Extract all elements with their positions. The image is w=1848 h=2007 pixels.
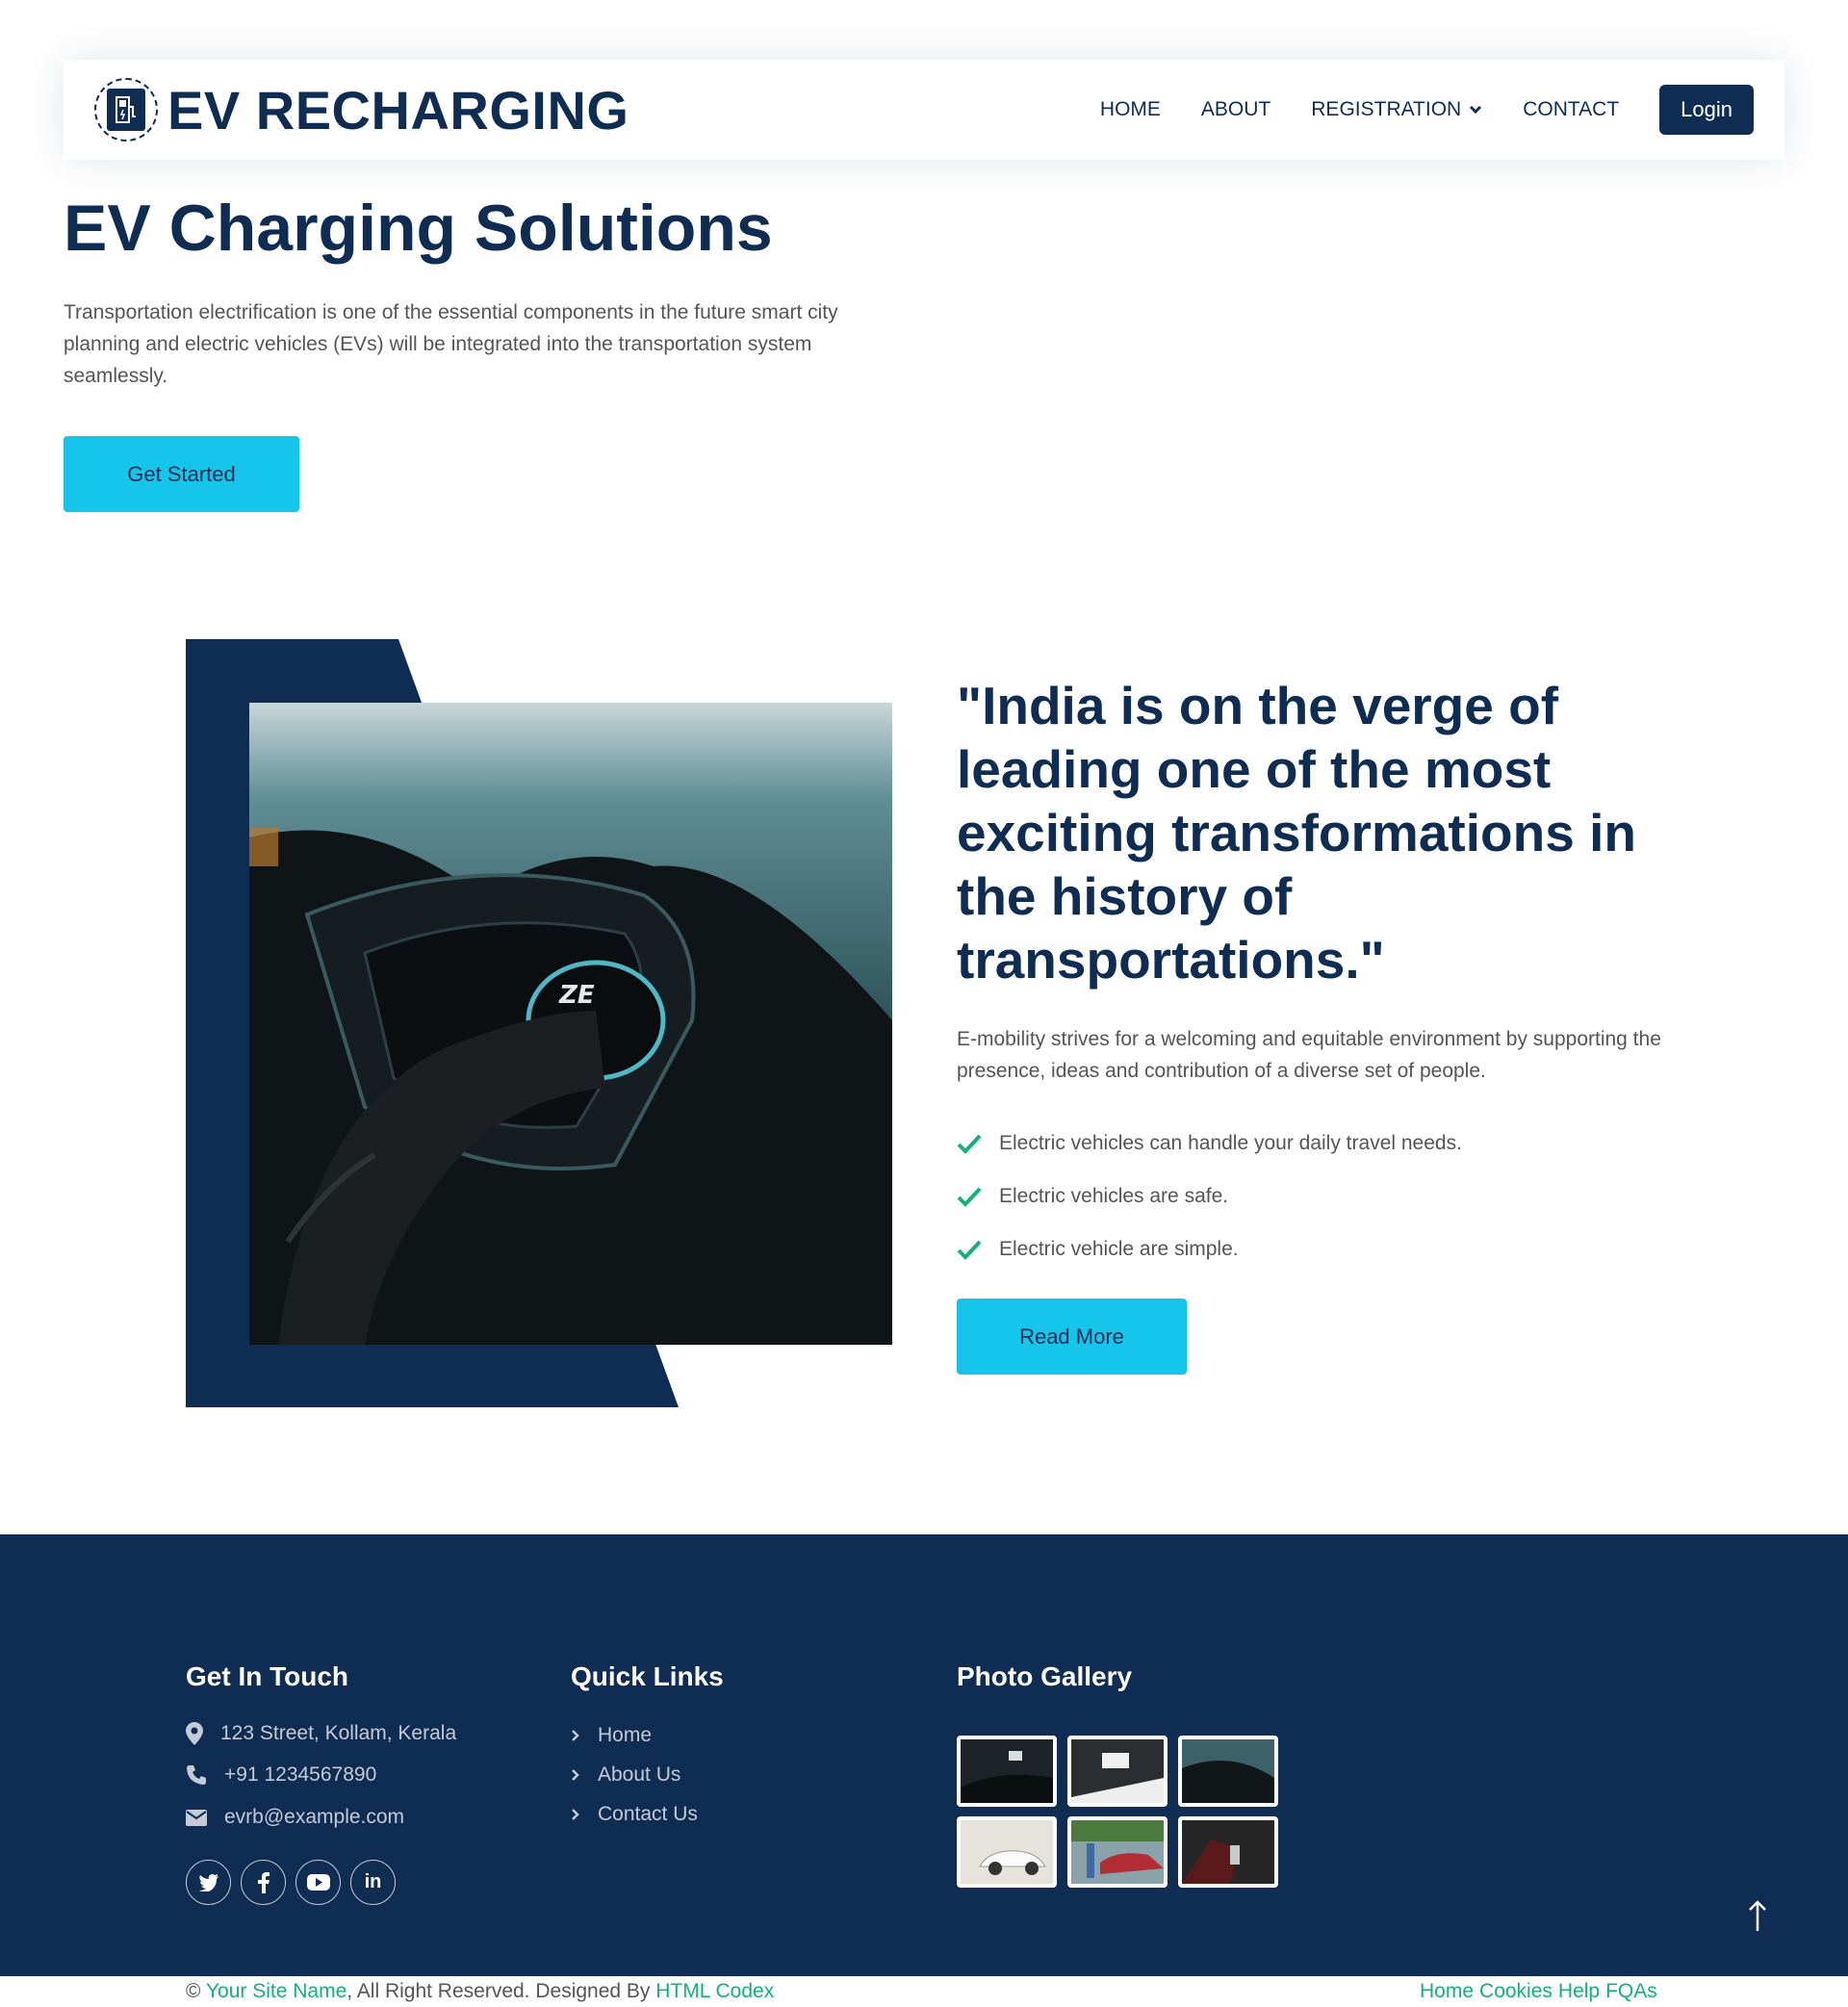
about-quote: "India is on the verge of leading one of…	[957, 676, 1636, 990]
list-item: Electric vehicles can handle your daily …	[957, 1117, 1462, 1170]
ev-charging-photo: ZE	[249, 703, 892, 1345]
navbar: EV RECHARGING HOME ABOUT REGISTRATION CO…	[64, 60, 1784, 160]
quick-link-home[interactable]: Home	[571, 1724, 652, 1747]
footer-menu: Home Cookies Help FQAs	[1420, 1975, 1657, 2007]
quick-link-contact[interactable]: Contact Us	[571, 1803, 698, 1826]
site-name-link[interactable]: Your Site Name	[206, 1980, 346, 2002]
footer-menu-cookies[interactable]: Cookies	[1479, 1975, 1553, 2007]
nav-registration[interactable]: REGISTRATION	[1311, 98, 1482, 121]
youtube-icon[interactable]	[295, 1860, 341, 1905]
feature-text: Electric vehicles are safe.	[999, 1184, 1229, 1207]
chevron-right-icon	[572, 1809, 579, 1820]
footer-links-title: Quick Links	[571, 1661, 724, 1691]
footer-phone: +91 1234567890	[186, 1763, 376, 1787]
quick-link-label: Contact Us	[598, 1803, 698, 1825]
read-more-button[interactable]: Read More	[957, 1299, 1187, 1375]
nav-home[interactable]: HOME	[1100, 98, 1161, 121]
about-text: E-mobility strives for a welcoming and e…	[957, 1028, 1661, 1082]
quick-link-label: Home	[598, 1724, 653, 1746]
ev-station-icon	[94, 78, 158, 142]
footer-menu-help[interactable]: Help	[1558, 1975, 1600, 2007]
nav-about[interactable]: ABOUT	[1201, 98, 1270, 121]
footer-address: 123 Street, Kollam, Kerala	[186, 1722, 456, 1745]
linkedin-icon[interactable]: in	[350, 1860, 396, 1905]
nav-contact[interactable]: CONTACT	[1523, 98, 1619, 121]
quick-link-about[interactable]: About Us	[571, 1763, 680, 1787]
envelope-icon	[186, 1809, 207, 1826]
facebook-icon[interactable]	[241, 1860, 286, 1905]
hero-title: EV Charging Solutions	[64, 192, 773, 265]
phone-text: +91 1234567890	[224, 1763, 377, 1786]
footer-gallery-title: Photo Gallery	[957, 1661, 1133, 1691]
gallery-thumb[interactable]	[1178, 1816, 1278, 1888]
map-marker-icon	[186, 1722, 203, 1745]
svg-text:ZE: ZE	[558, 981, 595, 1010]
check-icon	[957, 1240, 982, 1260]
chevron-right-icon	[572, 1730, 579, 1741]
twitter-icon[interactable]	[186, 1860, 231, 1905]
footer-menu-home[interactable]: Home	[1420, 1975, 1474, 2007]
photo-gallery	[957, 1736, 1278, 1888]
brand[interactable]: EV RECHARGING	[94, 78, 629, 142]
social-links: in	[186, 1860, 396, 1905]
footer-email: evrb@example.com	[186, 1806, 404, 1829]
hero-text: Transportation electrification is one of…	[64, 301, 838, 387]
gallery-thumb[interactable]	[957, 1736, 1057, 1807]
arrow-up-icon[interactable]	[1738, 1896, 1777, 1935]
feature-text: Electric vehicles can handle your daily …	[999, 1131, 1462, 1154]
footer: Get In Touch Quick Links Photo Gallery 1…	[0, 1534, 1848, 1976]
feature-text: Electric vehicle are simple.	[999, 1237, 1239, 1260]
chevron-down-icon	[1470, 105, 1482, 115]
login-button[interactable]: Login	[1659, 85, 1754, 135]
gallery-thumb[interactable]	[1178, 1736, 1278, 1807]
designer-link[interactable]: HTML Codex	[655, 1980, 774, 2002]
list-item: Electric vehicles are safe.	[957, 1170, 1462, 1222]
copyright-symbol: ©	[186, 1980, 201, 2002]
copyright: © Your Site Name, All Right Reserved. De…	[186, 1975, 774, 2007]
chevron-right-icon	[572, 1769, 579, 1781]
email-text: evrb@example.com	[224, 1806, 405, 1828]
check-icon	[957, 1187, 982, 1207]
list-item: Electric vehicle are simple.	[957, 1222, 1462, 1275]
brand-name: EV RECHARGING	[167, 79, 629, 141]
footer-menu-fqas[interactable]: FQAs	[1605, 1975, 1657, 2007]
quick-link-label: About Us	[598, 1763, 681, 1786]
gallery-thumb[interactable]	[1067, 1816, 1168, 1888]
address-text: 123 Street, Kollam, Kerala	[220, 1722, 457, 1744]
check-icon	[957, 1134, 982, 1154]
get-started-button[interactable]: Get Started	[64, 436, 299, 512]
nav-registration-label: REGISTRATION	[1311, 98, 1462, 120]
copyright-text: , All Right Reserved. Designed By	[346, 1980, 656, 2002]
main-nav: HOME ABOUT REGISTRATION CONTACT Login	[1060, 85, 1754, 135]
phone-icon	[187, 1765, 206, 1785]
footer-contact-title: Get In Touch	[186, 1661, 349, 1691]
gallery-thumb[interactable]	[1067, 1736, 1168, 1807]
gallery-thumb[interactable]	[957, 1816, 1057, 1888]
feature-list: Electric vehicles can handle your daily …	[957, 1117, 1462, 1275]
